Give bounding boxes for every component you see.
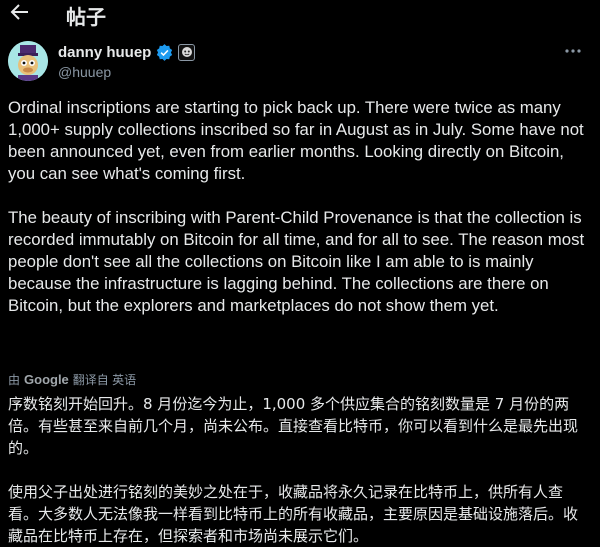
more-dots-icon [565, 49, 581, 53]
arrow-left-icon [10, 4, 28, 20]
author-handle[interactable]: @huuep [58, 64, 111, 80]
translated-by-label: 由 [8, 372, 21, 387]
avatar[interactable] [8, 41, 48, 81]
google-logo: Google [24, 371, 69, 387]
avatar-illustration [8, 41, 48, 81]
translation-attribution: 由 Google 翻译自 英语 [8, 370, 136, 388]
affiliate-badge-icon[interactable] [178, 43, 196, 61]
translated-tweet-body: 序数铭刻开始回升。8 月份迄今为止，1,000 多个供应集合的铭刻数量是 7 月… [8, 395, 579, 545]
verified-badge-icon [157, 43, 173, 61]
back-button[interactable] [8, 0, 32, 26]
tweet-body: Ordinal inscriptions are starting to pic… [8, 98, 585, 315]
author-name-row: danny huuep [58, 42, 196, 62]
page-title: 帖子 [66, 5, 106, 29]
more-options-button[interactable] [562, 40, 584, 60]
author-display-name[interactable]: danny huuep [58, 44, 151, 61]
translation-source-link[interactable]: 翻译自 英语 [73, 371, 136, 388]
affiliate-face-icon [181, 47, 192, 57]
top-bar: 帖子 [0, 0, 600, 30]
